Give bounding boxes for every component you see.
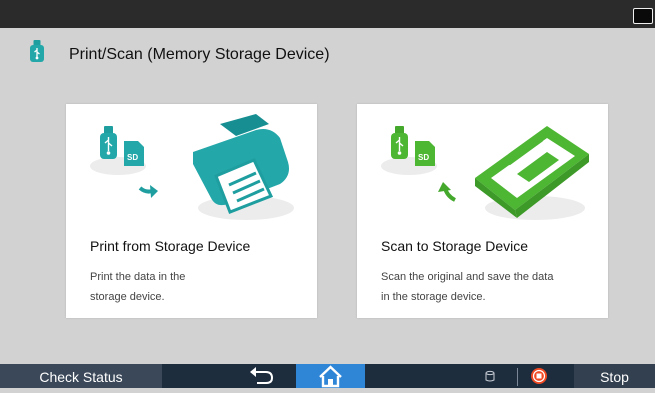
page-header: Print/Scan (Memory Storage Device) — [0, 28, 655, 84]
stop-button[interactable]: Stop — [574, 364, 655, 388]
moon-icon — [641, 11, 646, 22]
card-title: Print from Storage Device — [90, 238, 251, 254]
home-icon — [319, 365, 342, 388]
top-status-bar — [0, 0, 655, 28]
usb-icon — [100, 126, 117, 159]
scan-illustration: SD — [381, 126, 589, 220]
print-illustration: SD — [90, 114, 294, 220]
card-description: Scan the original and save the data in t… — [381, 271, 554, 303]
arrow-icon — [138, 185, 158, 198]
svg-text:SD: SD — [418, 153, 429, 162]
usb-icon — [30, 40, 44, 62]
arrow-icon — [438, 182, 456, 202]
sd-card-icon: SD — [415, 141, 435, 166]
card-title: Scan to Storage Device — [381, 238, 529, 254]
printer-icon — [193, 114, 289, 214]
back-icon — [250, 367, 274, 384]
back-button[interactable] — [226, 364, 296, 388]
stop-icon — [531, 368, 547, 384]
svg-text:SD: SD — [127, 153, 138, 162]
scan-to-storage-card[interactable]: SD Scan to Storage Device Scan the origi… — [357, 104, 608, 318]
page-title: Print/Scan (Memory Storage Device) — [69, 46, 330, 63]
sd-card-icon: SD — [124, 141, 144, 166]
data-indicator — [478, 364, 502, 388]
data-indicator-icon — [485, 370, 495, 382]
bottom-system-bar: Check Status Stop — [0, 364, 655, 388]
stop-indicator[interactable] — [518, 364, 558, 388]
card-description: Print the data in the storage device. — [90, 271, 186, 303]
usb-icon — [391, 126, 408, 159]
check-status-button[interactable]: Check Status — [0, 364, 162, 388]
energy-saver-button[interactable] — [633, 8, 653, 24]
print-from-storage-card[interactable]: SD Print from Storage Device Print the d… — [66, 104, 317, 318]
home-button[interactable] — [296, 364, 365, 388]
